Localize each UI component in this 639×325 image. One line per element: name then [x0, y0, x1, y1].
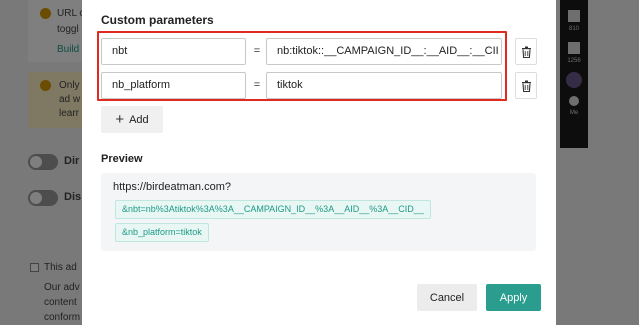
- delete-param-button[interactable]: [515, 38, 537, 65]
- equals-sign: =: [253, 79, 261, 91]
- trash-icon: [521, 46, 531, 58]
- plus-icon: +: [115, 111, 125, 128]
- equals-sign: =: [253, 45, 261, 57]
- custom-parameters-title: Custom parameters: [101, 13, 214, 27]
- delete-param-button[interactable]: [515, 72, 537, 99]
- preview-title: Preview: [101, 153, 143, 165]
- param-key-input[interactable]: nb_platform: [101, 72, 246, 99]
- param-value-input[interactable]: nb:tiktok::__CAMPAIGN_ID__:__AID__:__CII: [266, 38, 502, 65]
- param-row: nb_platform = tiktok: [101, 72, 537, 99]
- custom-parameters-dialog: Custom parameters nbt = nb:tiktok::__CAM…: [82, 0, 556, 325]
- add-param-button[interactable]: + Add: [101, 106, 163, 133]
- apply-button[interactable]: Apply: [486, 284, 541, 311]
- param-row: nbt = nb:tiktok::__CAMPAIGN_ID__:__AID__…: [101, 38, 537, 65]
- add-label: Add: [129, 113, 149, 126]
- param-value-input[interactable]: tiktok: [266, 72, 502, 99]
- preview-box: https://birdeatman.com? &nbt=nb%3Atiktok…: [101, 173, 536, 251]
- preview-param-tag: &nb_platform=tiktok: [115, 223, 209, 242]
- preview-param-tag: &nbt=nb%3Atiktok%3A%3A__CAMPAIGN_ID__%3A…: [115, 200, 431, 219]
- preview-url: https://birdeatman.com?: [113, 181, 232, 193]
- trash-icon: [521, 80, 531, 92]
- param-key-input[interactable]: nbt: [101, 38, 246, 65]
- cancel-button[interactable]: Cancel: [417, 284, 477, 311]
